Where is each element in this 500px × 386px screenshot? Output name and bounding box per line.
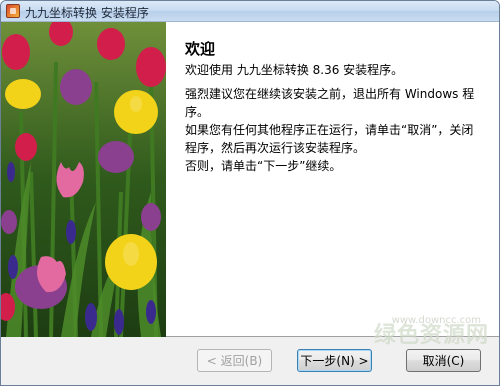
- next-button[interactable]: 下一步(N) >: [297, 349, 372, 372]
- cancel-instruction: 如果您有任何其他程序正在运行，请单击“取消”，关闭程序，然后再次运行该安装程序。: [185, 123, 474, 155]
- watermark-url: www.downcc.com: [391, 315, 481, 326]
- title-bar[interactable]: 九九坐标转换 安装程序: [1, 1, 499, 22]
- tulip-banner-image: [1, 22, 166, 337]
- wizard-content: 欢迎 欢迎使用 九九坐标转换 8.36 安装程序。 强烈建议您在继续该安装之前，…: [1, 22, 499, 337]
- cancel-button[interactable]: 取消(C): [406, 349, 481, 372]
- welcome-heading: 欢迎: [185, 40, 216, 58]
- next-instruction: 否则，请单击“下一步”继续。: [185, 159, 342, 173]
- installer-window: 九九坐标转换 安装程序 欢迎 欢迎使用 九九坐标转换 8.36 安装程序。 强烈…: [0, 0, 500, 386]
- back-button[interactable]: < 返回(B): [197, 349, 272, 372]
- close-programs-advice: 强烈建议您在继续该安装之前，退出所有 Windows 程序。: [185, 87, 475, 119]
- installer-app-icon: [6, 4, 20, 18]
- welcome-text: 欢迎使用 九九坐标转换 8.36 安装程序。: [185, 63, 404, 77]
- window-title: 九九坐标转换 安装程序: [25, 6, 149, 20]
